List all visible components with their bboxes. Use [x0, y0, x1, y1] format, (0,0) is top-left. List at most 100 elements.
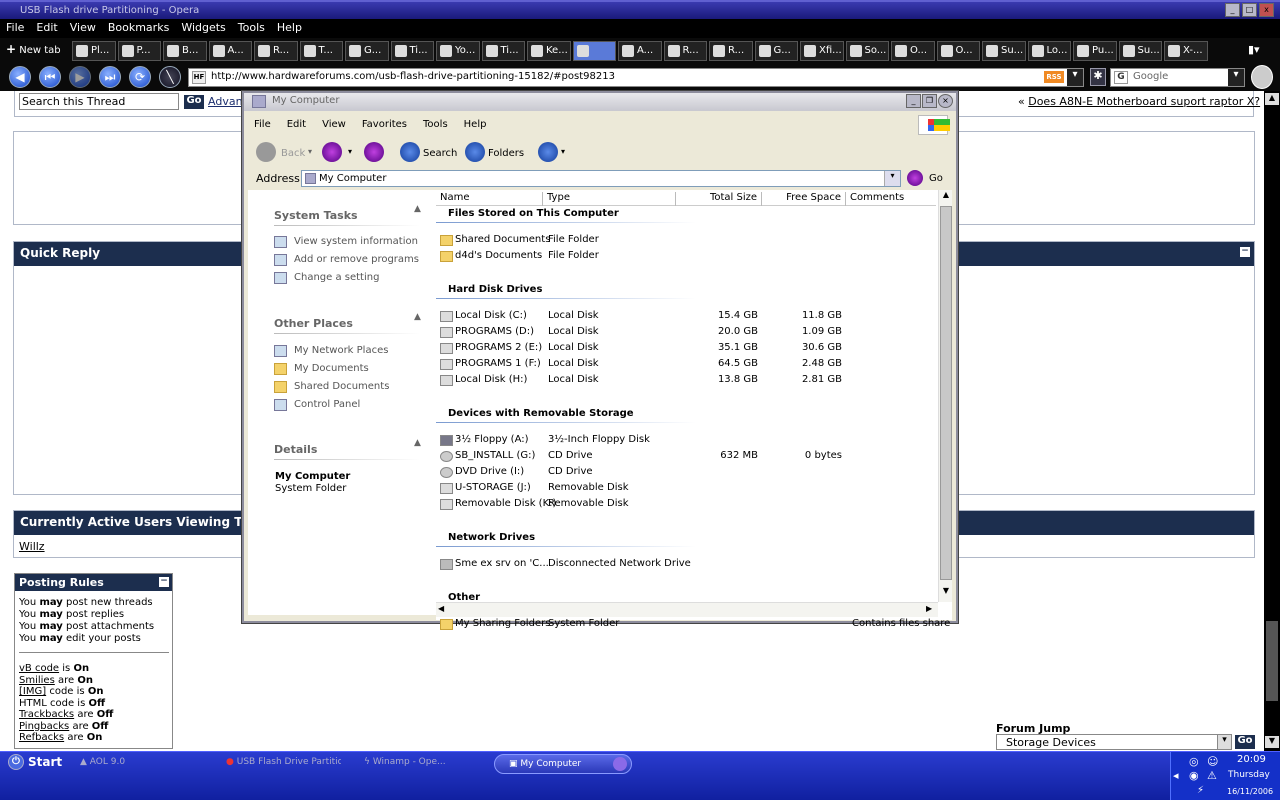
clock-time[interactable]: 20:09	[1237, 754, 1266, 765]
minimize-button[interactable]: _	[1225, 3, 1240, 17]
column-comments[interactable]: Comments	[846, 192, 936, 206]
search-input[interactable]: G Google ▾	[1110, 68, 1245, 87]
tab-23[interactable]: Su...	[1118, 41, 1162, 61]
views-icon[interactable]	[538, 142, 558, 162]
file-row[interactable]: PROGRAMS 1 (F:) Local Disk 64.5 GB 2.48 GB	[438, 358, 938, 372]
go-arrow-icon[interactable]	[907, 170, 923, 186]
code-link[interactable]: Pingbacks	[19, 721, 69, 732]
tab-5[interactable]: T...	[299, 41, 343, 61]
tray-arrow-icon[interactable]: ◂	[1173, 769, 1179, 782]
ex-menu-view[interactable]: View	[312, 115, 352, 130]
chevron-down-icon[interactable]: ▾	[561, 147, 565, 156]
explorer-vertical-scrollbar[interactable]: ▲ ▼	[938, 190, 952, 602]
tab-9[interactable]: Ti...	[481, 41, 525, 61]
file-row[interactable]: 3½ Floppy (A:) 3½-Inch Floppy Disk	[438, 434, 938, 448]
scroll-left-icon[interactable]: ◀	[438, 604, 444, 613]
reload-icon[interactable]: ⟳	[129, 66, 151, 88]
file-row[interactable]: Local Disk (H:) Local Disk 13.8 GB 2.81 GB	[438, 374, 938, 388]
tab-7[interactable]: Ti...	[390, 41, 434, 61]
collapse-up-icon[interactable]: ▲	[414, 204, 421, 214]
trash-icon[interactable]: ▮▾	[1248, 43, 1260, 56]
scroll-down-icon[interactable]: ▼	[940, 586, 952, 600]
tab-11[interactable]	[572, 41, 616, 61]
rewind-icon[interactable]: ⏮	[39, 66, 61, 88]
window-restore-button[interactable]: ❐	[922, 94, 937, 108]
ex-menu-tools[interactable]: Tools	[413, 115, 454, 130]
maximize-button[interactable]: □	[1242, 3, 1257, 17]
tab-22[interactable]: Pu...	[1073, 41, 1117, 61]
forward-arrow-icon[interactable]	[322, 142, 342, 162]
scroll-up-icon[interactable]: ▲	[1265, 93, 1279, 105]
file-row[interactable]: Local Disk (C:) Local Disk 15.4 GB 11.8 GB	[438, 310, 938, 324]
menu-tools[interactable]: Tools	[232, 19, 271, 34]
folders-icon[interactable]	[465, 142, 485, 162]
column-type[interactable]: Type	[543, 192, 676, 206]
file-row[interactable]: Removable Disk (K:) Removable Disk	[438, 498, 938, 512]
task-change-setting[interactable]: Change a setting	[294, 272, 379, 283]
file-row[interactable]: SB_INSTALL (G:) CD Drive 632 MB 0 bytes	[438, 450, 938, 464]
file-row[interactable]: DVD Drive (I:) CD Drive	[438, 466, 938, 480]
forward-icon[interactable]: ▶	[69, 66, 91, 88]
tab-20[interactable]: Su...	[982, 41, 1026, 61]
search-thread-input[interactable]: Search this Thread	[19, 93, 179, 110]
collapse-icon[interactable]: −	[159, 577, 169, 587]
chevron-down-icon[interactable]: ▾	[1217, 735, 1231, 749]
code-link[interactable]: Refbacks	[19, 732, 64, 743]
up-folder-icon[interactable]	[364, 142, 384, 162]
tab-16[interactable]: Xfi...	[800, 41, 844, 61]
address-field[interactable]: HF http://www.hardwareforums.com/usb-fla…	[188, 68, 1084, 87]
place-shared-documents[interactable]: Shared Documents	[294, 381, 389, 392]
menu-view[interactable]: View	[64, 19, 102, 34]
menu-widgets[interactable]: Widgets	[175, 19, 231, 34]
collapse-icon[interactable]: −	[1240, 247, 1250, 257]
active-user-link[interactable]: Willz	[19, 540, 45, 553]
file-row[interactable]: PROGRAMS 2 (E:) Local Disk 35.1 GB 30.6 GB	[438, 342, 938, 356]
file-row[interactable]: d4d's Documents File Folder	[438, 250, 938, 264]
taskbar-item-aol[interactable]: ▲ AOL 9.0	[80, 757, 125, 767]
taskbar-item-winamp[interactable]: ϟ Winamp - Ope...	[364, 757, 464, 767]
column-free-space[interactable]: Free Space	[762, 192, 846, 206]
file-row[interactable]: U-STORAGE (J:) Removable Disk	[438, 482, 938, 496]
search-dropdown-icon[interactable]: ▾	[1228, 69, 1244, 86]
explorer-horizontal-scrollbar[interactable]: ◀ ▶	[436, 602, 938, 617]
scroll-down-icon[interactable]: ▼	[1265, 736, 1279, 748]
file-row[interactable]: PROGRAMS (D:) Local Disk 20.0 GB 1.09 GB	[438, 326, 938, 340]
tray-volume-icon[interactable]: ◉	[1189, 769, 1199, 782]
file-row[interactable]: My Sharing Folders System Folder Contains …	[438, 618, 950, 632]
page-scrollbar[interactable]: ▲ ▼	[1264, 91, 1280, 751]
task-add-remove-programs[interactable]: Add or remove programs	[294, 254, 419, 265]
ex-menu-edit[interactable]: Edit	[277, 115, 312, 130]
code-link[interactable]: Trackbacks	[19, 709, 74, 720]
place-network[interactable]: My Network Places	[294, 345, 388, 356]
tab-2[interactable]: B...	[163, 41, 207, 61]
tray-warning-icon[interactable]: ⚠	[1207, 769, 1217, 782]
scroll-right-icon[interactable]: ▶	[926, 604, 932, 613]
bookmark-icon[interactable]: ✱	[1090, 68, 1106, 86]
tray-usb-icon[interactable]: ⚡	[1197, 785, 1204, 796]
wand-icon[interactable]: ╲	[159, 66, 181, 88]
window-minimize-button[interactable]: _	[906, 94, 921, 108]
advanced-search-link[interactable]: Advan	[208, 95, 243, 108]
rss-icon[interactable]: RSS	[1044, 71, 1064, 83]
tab-24[interactable]: X-...	[1164, 41, 1208, 61]
code-link[interactable]: vB code	[19, 663, 59, 674]
window-close-button[interactable]: ×	[938, 94, 953, 108]
tab-19[interactable]: O...	[936, 41, 980, 61]
tab-21[interactable]: Lo...	[1027, 41, 1071, 61]
tab-13[interactable]: R...	[663, 41, 707, 61]
page-menu-icon[interactable]	[1251, 65, 1273, 89]
place-my-documents[interactable]: My Documents	[294, 363, 369, 374]
search-thread-go-button[interactable]: Go	[184, 95, 204, 109]
column-total-size[interactable]: Total Size	[676, 192, 762, 206]
fast-forward-icon[interactable]: ⏭	[99, 66, 121, 88]
back-arrow-icon[interactable]	[256, 142, 276, 162]
chevron-down-icon[interactable]: ▾	[348, 147, 352, 156]
tab-10[interactable]: Ke...	[527, 41, 571, 61]
tab-18[interactable]: O...	[891, 41, 935, 61]
menu-file[interactable]: File	[0, 19, 30, 34]
scroll-up-icon[interactable]: ▲	[940, 190, 952, 204]
details-heading[interactable]: Details	[274, 443, 317, 456]
collapse-up-icon[interactable]: ▲	[414, 438, 421, 448]
tab-4[interactable]: R...	[254, 41, 298, 61]
code-link[interactable]: Smilies	[19, 675, 55, 686]
